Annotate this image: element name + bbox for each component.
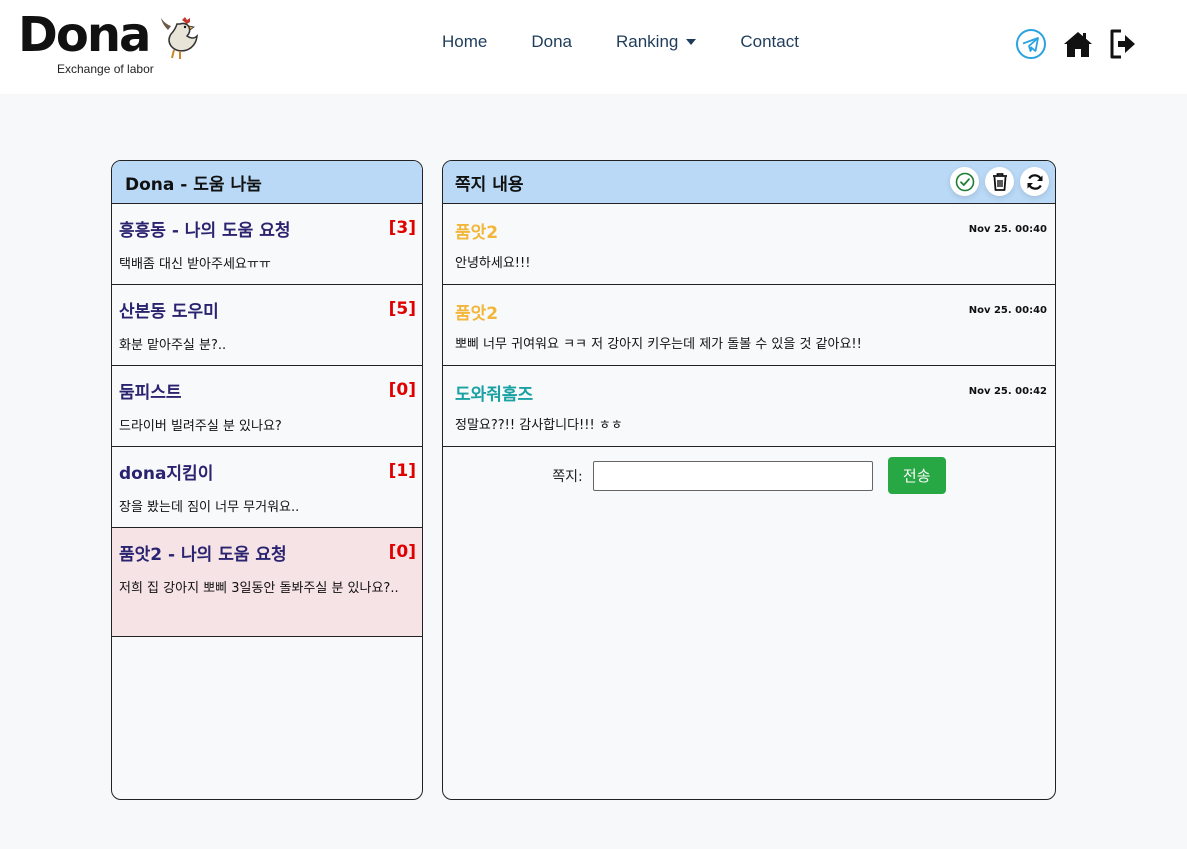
message-timestamp: Nov 25. 00:40 (968, 305, 1047, 316)
nav-home-label: Home (442, 32, 488, 51)
check-circle-icon (955, 172, 974, 191)
threads-panel: Dona - 도움 나눔 흥흥동 - 나의 도움 요청 [3] 택배좀 대신 받… (111, 160, 423, 800)
delete-button[interactable] (985, 167, 1014, 196)
thread-preview: 택배좀 대신 받아주세요ㅠㅠ (119, 257, 271, 272)
thread-title: 흥흥동 - 나의 도움 요청 (119, 221, 291, 241)
telegram-icon[interactable] (1015, 28, 1047, 60)
message-text: 정말요??!! 감사합니다!!! ㅎㅎ (455, 418, 623, 433)
thread-title: 산본동 도우미 (119, 302, 219, 322)
nav-contact-label: Contact (740, 32, 799, 51)
message-timestamp: Nov 25. 00:40 (968, 224, 1047, 235)
header-actions (1015, 28, 1137, 60)
thread-preview: 저희 집 강아지 뽀삐 3일동안 돌봐주실 분 있나요?.. (119, 581, 399, 596)
sign-out-icon[interactable] (1109, 28, 1137, 60)
thread-preview: 장을 봤는데 짐이 너무 무거워요.. (119, 500, 300, 515)
message-actions (950, 167, 1049, 196)
compose-label: 쪽지: (552, 468, 583, 485)
main-nav: Home Dona Ranking Contact (420, 32, 821, 52)
thread-item[interactable]: dona지킴이 [1] 장을 봤는데 짐이 너무 무거워요.. (112, 447, 422, 528)
refresh-icon (1027, 173, 1042, 190)
brand-logo[interactable]: Dona Exchange of labor (18, 10, 208, 80)
thread-title: 품앗2 - 나의 도움 요청 (119, 545, 287, 565)
compose-form: 쪽지: 전송 (443, 447, 1055, 494)
thread-count-badge: [0] (388, 380, 416, 400)
message-panel: 쪽지 내용 품앗2 Nov 25. 00:40 안녕하세요!!! 품앗2 Nov… (442, 160, 1056, 800)
thread-item[interactable]: 둠피스트 [0] 드라이버 빌려주실 분 있나요? (112, 366, 422, 447)
send-button[interactable]: 전송 (887, 457, 946, 494)
nav-dona[interactable]: Dona (509, 32, 594, 52)
thread-title: 둠피스트 (119, 383, 182, 403)
refresh-button[interactable] (1020, 167, 1049, 196)
logo-tagline: Exchange of labor (57, 62, 154, 76)
message-panel-title: 쪽지 내용 (455, 174, 524, 195)
logo-wordmark: Dona (18, 7, 151, 63)
thread-count-badge: [3] (388, 218, 416, 238)
nav-contact[interactable]: Contact (718, 32, 821, 52)
nav-home[interactable]: Home (420, 32, 509, 52)
message-panel-header: 쪽지 내용 (443, 161, 1055, 204)
thread-count-badge: [0] (388, 542, 416, 562)
message-text: 뽀삐 너무 귀여워요 ㅋㅋ 저 강아지 키우는데 제가 돌볼 수 있을 것 같아… (455, 337, 862, 352)
thread-item-selected[interactable]: 품앗2 - 나의 도움 요청 [0] 저희 집 강아지 뽀삐 3일동안 돌봐주실… (112, 528, 422, 637)
thread-item[interactable]: 산본동 도우미 [5] 화분 맡아주실 분?.. (112, 285, 422, 366)
thread-preview: 화분 맡아주실 분?.. (119, 338, 227, 353)
nav-ranking-label: Ranking (616, 32, 679, 51)
message-sender: 도와줘홈즈 (455, 385, 534, 405)
message-item: 품앗2 Nov 25. 00:40 안녕하세요!!! (443, 204, 1055, 285)
threads-panel-title: Dona - 도움 나눔 (125, 174, 262, 195)
thread-count-badge: [1] (388, 461, 416, 481)
message-input[interactable] (592, 460, 873, 491)
nav-dona-label: Dona (531, 32, 572, 51)
thread-preview: 드라이버 빌려주실 분 있나요? (119, 419, 282, 434)
thread-item[interactable]: 흥흥동 - 나의 도움 요청 [3] 택배좀 대신 받아주세요ㅠㅠ (112, 204, 422, 285)
message-timestamp: Nov 25. 00:42 (968, 386, 1047, 397)
thread-title: dona지킴이 (119, 464, 214, 484)
message-item: 품앗2 Nov 25. 00:40 뽀삐 너무 귀여워요 ㅋㅋ 저 강아지 키우… (443, 285, 1055, 366)
message-sender: 품앗2 (455, 304, 499, 324)
rooster-icon (161, 17, 198, 59)
top-navbar: Dona Exchange of labor Home Dona Ranking… (0, 0, 1187, 94)
message-sender: 품앗2 (455, 223, 499, 243)
message-item: 도와줘홈즈 Nov 25. 00:42 정말요??!! 감사합니다!!! ㅎㅎ (443, 366, 1055, 447)
caret-down-icon (686, 39, 697, 45)
threads-panel-header: Dona - 도움 나눔 (112, 161, 422, 204)
nav-ranking-dropdown[interactable]: Ranking (594, 32, 718, 52)
trash-icon (992, 172, 1007, 191)
accept-button[interactable] (950, 167, 979, 196)
thread-count-badge: [5] (388, 299, 416, 319)
home-icon[interactable] (1063, 30, 1093, 58)
message-text: 안녕하세요!!! (455, 256, 531, 271)
